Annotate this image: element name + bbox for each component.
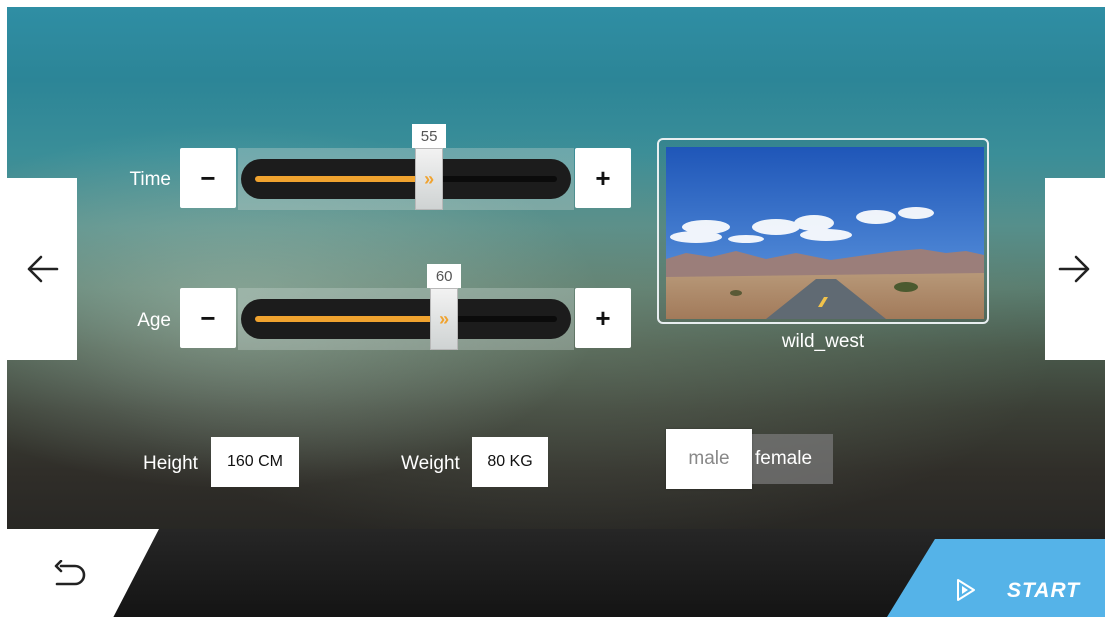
weight-field[interactable]: 80 KG bbox=[472, 437, 548, 487]
time-slider-fill bbox=[255, 176, 422, 182]
next-scene-button[interactable] bbox=[1045, 178, 1105, 360]
scene-preview[interactable] bbox=[657, 138, 989, 324]
time-label: Time bbox=[129, 169, 171, 190]
time-value: 55 bbox=[412, 124, 447, 148]
time-increase-button[interactable]: + bbox=[575, 148, 631, 208]
age-value: 60 bbox=[427, 264, 462, 288]
start-label: START bbox=[1007, 579, 1081, 602]
weight-label: Weight bbox=[401, 453, 460, 474]
time-slider-track bbox=[241, 159, 571, 199]
age-slider[interactable]: » bbox=[238, 288, 574, 350]
age-increase-button[interactable]: + bbox=[575, 288, 631, 348]
time-slider-thumb[interactable]: » bbox=[415, 148, 444, 210]
height-field[interactable]: 160 CM bbox=[211, 437, 299, 487]
arrow-right-icon bbox=[1058, 255, 1090, 283]
age-slider-track bbox=[241, 299, 571, 339]
play-outline-icon bbox=[957, 579, 975, 601]
age-slider-thumb[interactable]: » bbox=[430, 288, 459, 350]
screen: Time − » 55 + Age − » 60 + wild_west Hei… bbox=[7, 7, 1105, 617]
time-decrease-button[interactable]: − bbox=[180, 148, 236, 208]
scene-name: wild_west bbox=[781, 331, 865, 352]
time-slider[interactable]: » bbox=[238, 148, 574, 210]
age-decrease-button[interactable]: − bbox=[180, 288, 236, 348]
scene-preview-image bbox=[666, 147, 984, 319]
gender-male-option[interactable]: male bbox=[666, 429, 752, 489]
arrow-left-icon bbox=[27, 255, 59, 283]
gender-female-option[interactable]: female bbox=[747, 434, 833, 484]
age-slider-fill bbox=[255, 316, 437, 322]
undo-arrow-icon[interactable] bbox=[51, 560, 91, 594]
height-label: Height bbox=[143, 453, 198, 474]
age-label: Age bbox=[137, 310, 171, 331]
previous-scene-button[interactable] bbox=[7, 178, 77, 360]
